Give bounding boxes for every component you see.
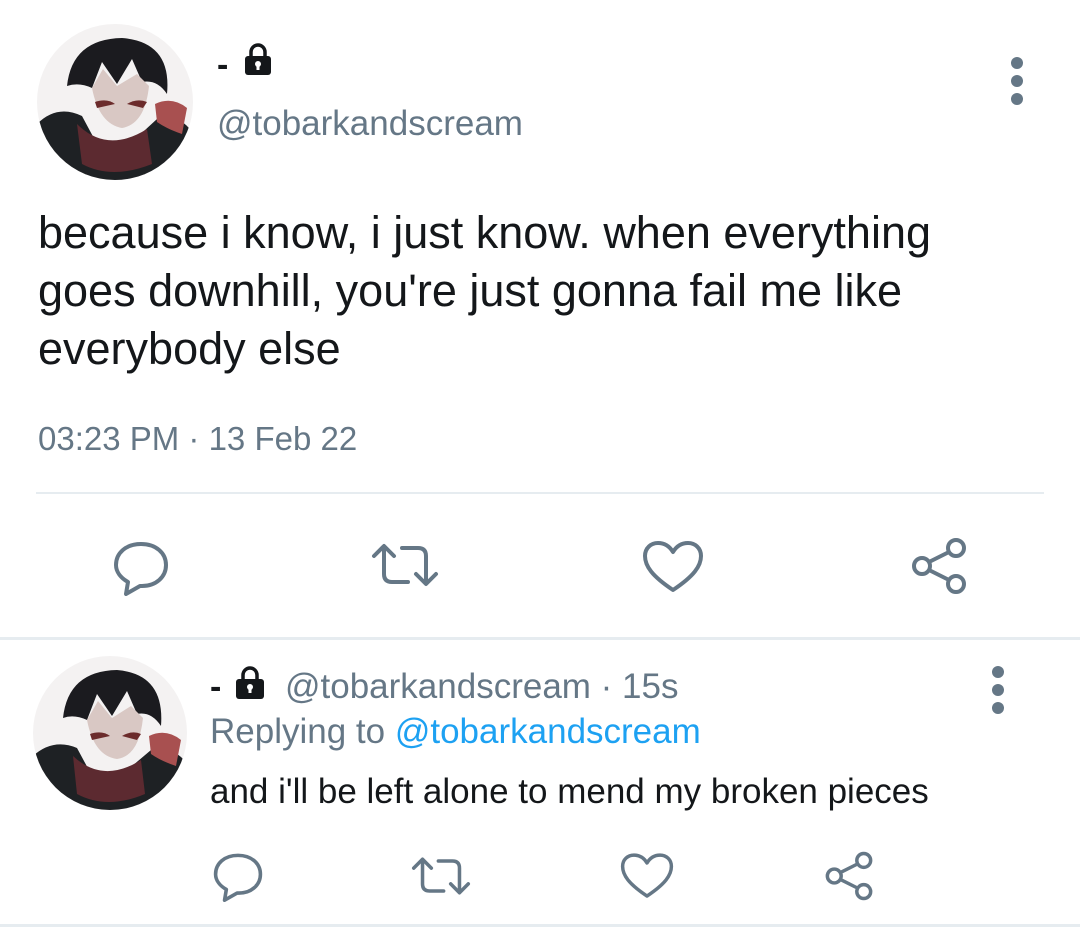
- display-name[interactable]: -: [210, 670, 221, 704]
- like-icon[interactable]: [642, 540, 704, 594]
- replying-to: Replying to @tobarkandscream: [210, 712, 701, 752]
- tweet-separator: [0, 637, 1080, 640]
- retweet-icon[interactable]: [370, 540, 440, 590]
- share-icon[interactable]: [908, 536, 970, 596]
- retweet-icon[interactable]: [410, 854, 472, 898]
- handle-and-time[interactable]: @tobarkandscream · 15s: [285, 667, 678, 707]
- lock-icon: [233, 664, 267, 705]
- replying-prefix: Replying to: [210, 712, 395, 751]
- reply-icon[interactable]: [212, 850, 264, 902]
- divider: [36, 492, 1044, 494]
- like-icon[interactable]: [620, 852, 674, 900]
- timestamp[interactable]: 03:23 PM · 13 Feb 22: [38, 420, 357, 458]
- lock-icon: [242, 42, 274, 81]
- reply-text: and i'll be left alone to mend my broken…: [210, 772, 929, 811]
- share-icon[interactable]: [822, 850, 876, 902]
- replying-handle-link[interactable]: @tobarkandscream: [395, 712, 701, 751]
- display-name[interactable]: -: [217, 48, 228, 82]
- tweet-text: because i know, i just know. when everyt…: [38, 207, 932, 374]
- reply-icon[interactable]: [112, 538, 170, 596]
- user-handle[interactable]: @tobarkandscream: [217, 106, 523, 141]
- avatar[interactable]: [33, 656, 187, 810]
- avatar[interactable]: [37, 24, 193, 180]
- more-vertical-icon[interactable]: [1009, 57, 1025, 105]
- more-vertical-icon[interactable]: [990, 666, 1006, 714]
